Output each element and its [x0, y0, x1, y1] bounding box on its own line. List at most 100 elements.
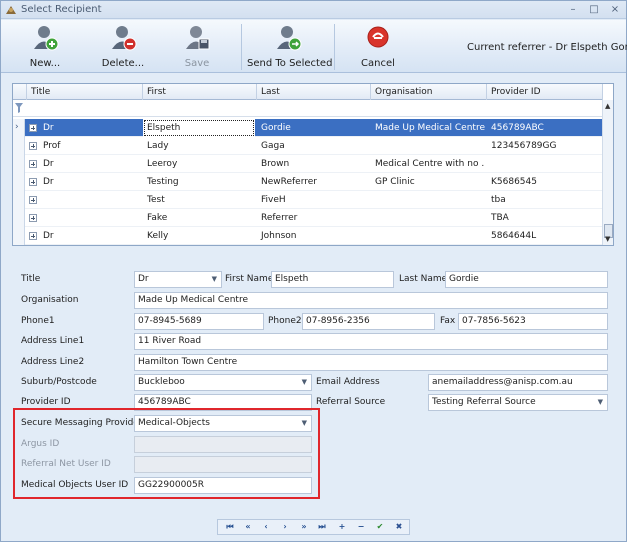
- cell-org[interactable]: [371, 209, 485, 227]
- cell-title[interactable]: Dr: [39, 155, 139, 173]
- cell-provider-id[interactable]: [487, 155, 601, 173]
- cell-org[interactable]: [371, 227, 485, 245]
- cell-first[interactable]: Elspeth: [143, 119, 255, 137]
- minimize-button[interactable]: –: [565, 3, 581, 17]
- cell-title[interactable]: [39, 209, 139, 227]
- table-row[interactable]: Test FiveH tba: [13, 191, 603, 209]
- table-row[interactable]: Dr Leeroy Brown Medical Centre with no ...: [13, 155, 603, 173]
- row-indicator[interactable]: [13, 227, 25, 245]
- append-record-button[interactable]: +: [332, 520, 352, 534]
- cell-org[interactable]: GP Clinic: [371, 173, 485, 191]
- send-to-selected-button[interactable]: Send To Selected: [247, 22, 332, 72]
- row-indicator[interactable]: [13, 137, 25, 155]
- phone2-field[interactable]: 07-8956-2356: [302, 313, 435, 330]
- cell-title[interactable]: Dr: [39, 227, 139, 245]
- address-line1-field[interactable]: 11 River Road: [134, 333, 608, 350]
- cell-last[interactable]: Gordie: [257, 119, 369, 137]
- next-record-button[interactable]: ›: [275, 520, 295, 534]
- cancel-edit-button[interactable]: ✖: [389, 520, 409, 534]
- cell-org[interactable]: Medical Centre with no ...: [371, 155, 485, 173]
- cell-title[interactable]: Prof: [39, 137, 139, 155]
- scroll-down-arrow-icon[interactable]: ▼: [605, 235, 610, 243]
- cell-title[interactable]: Dr: [39, 119, 139, 137]
- table-row[interactable]: › Dr Elspeth Gordie Made Up Medical Centre 45…: [13, 119, 603, 137]
- cell-title[interactable]: [39, 191, 139, 209]
- cell-provider-id[interactable]: K5686545: [487, 173, 601, 191]
- cell-last[interactable]: Referrer: [257, 209, 369, 227]
- cell-last[interactable]: FiveH: [257, 191, 369, 209]
- row-indicator[interactable]: [13, 173, 25, 191]
- maximize-button[interactable]: □: [586, 3, 602, 17]
- column-header-organisation[interactable]: Organisation: [371, 84, 487, 100]
- cell-title[interactable]: Dr: [39, 173, 139, 191]
- grid-scrollbar[interactable]: ▲ ▼: [602, 100, 613, 245]
- scroll-up-arrow-icon[interactable]: ▲: [605, 102, 610, 110]
- fax-field[interactable]: 07-7856-5623: [458, 313, 608, 330]
- row-indicator[interactable]: [13, 155, 25, 173]
- next-page-button[interactable]: »: [294, 520, 314, 534]
- cell-provider-id[interactable]: 123456789GG: [487, 137, 601, 155]
- row-indicator[interactable]: ›: [13, 119, 25, 137]
- first-name-field[interactable]: Elspeth: [271, 271, 394, 288]
- row-indicator[interactable]: [13, 191, 25, 209]
- cell-provider-id[interactable]: tba: [487, 191, 601, 209]
- recipients-grid[interactable]: Title First Last Organisation Provider I…: [12, 83, 614, 246]
- cell-last[interactable]: Johnson: [257, 227, 369, 245]
- title-combo[interactable]: Dr ▼: [134, 271, 222, 288]
- dropdown-arrow-icon[interactable]: ▼: [598, 395, 603, 410]
- new-button[interactable]: New...: [23, 22, 67, 72]
- cell-first[interactable]: Test: [143, 191, 255, 209]
- cell-provider-id[interactable]: TBA: [487, 209, 601, 227]
- filter-row[interactable]: [13, 100, 603, 117]
- expand-row-icon[interactable]: [29, 160, 37, 168]
- cancel-button[interactable]: Cancel: [355, 22, 401, 72]
- cell-org[interactable]: [371, 137, 485, 155]
- cell-provider-id[interactable]: 456789ABC: [487, 119, 601, 137]
- dropdown-arrow-icon[interactable]: ▼: [302, 375, 307, 390]
- cell-first[interactable]: Lady: [143, 137, 255, 155]
- referral-source-combo[interactable]: Testing Referral Source ▼: [428, 394, 608, 411]
- phone1-field[interactable]: 07-8945-5689: [134, 313, 264, 330]
- expand-row-icon[interactable]: [29, 232, 37, 240]
- previous-record-button[interactable]: ‹: [256, 520, 276, 534]
- last-record-button[interactable]: ⏭: [312, 520, 332, 534]
- expand-row-icon[interactable]: [29, 178, 37, 186]
- email-address-field[interactable]: anemailaddress@anisp.com.au: [428, 374, 608, 391]
- table-row[interactable]: Fake Referrer TBA: [13, 209, 603, 227]
- expand-row-icon[interactable]: [29, 214, 37, 222]
- suburb-postcode-combo[interactable]: Buckleboo ▼: [134, 374, 312, 391]
- table-row[interactable]: Prof Lady Gaga 123456789GG: [13, 137, 603, 155]
- delete-button[interactable]: Delete...: [99, 22, 147, 72]
- expand-row-icon[interactable]: [29, 196, 37, 204]
- column-header-first[interactable]: First: [143, 84, 257, 100]
- column-header-last[interactable]: Last: [257, 84, 371, 100]
- previous-page-button[interactable]: «: [238, 520, 258, 534]
- row-indicator[interactable]: [13, 209, 25, 227]
- address-line2-field[interactable]: Hamilton Town Centre: [134, 354, 608, 371]
- cell-last[interactable]: Gaga: [257, 137, 369, 155]
- cell-provider-id[interactable]: 5864644L: [487, 227, 601, 245]
- column-header-title[interactable]: Title: [27, 84, 143, 100]
- save-button[interactable]: Save: [177, 22, 217, 72]
- first-record-button[interactable]: ⏮: [220, 520, 240, 534]
- dropdown-arrow-icon[interactable]: ▼: [212, 272, 217, 287]
- table-row[interactable]: Dr Testing NewReferrer GP Clinic K5686545: [13, 173, 603, 191]
- cell-first[interactable]: Kelly: [143, 227, 255, 245]
- post-edit-button[interactable]: ✔: [370, 520, 390, 534]
- close-button[interactable]: ×: [607, 3, 623, 17]
- table-row[interactable]: Dr Kelly Johnson 5864644L: [13, 227, 603, 245]
- column-header-provider-id[interactable]: Provider ID: [487, 84, 603, 100]
- organisation-field[interactable]: Made Up Medical Centre: [134, 292, 608, 309]
- last-name-field[interactable]: Gordie: [445, 271, 608, 288]
- cell-last[interactable]: NewReferrer: [257, 173, 369, 191]
- filter-icon[interactable]: [15, 103, 23, 113]
- cell-org[interactable]: [371, 191, 485, 209]
- cell-org[interactable]: Made Up Medical Centre: [371, 119, 485, 137]
- cell-last[interactable]: Brown: [257, 155, 369, 173]
- cell-first[interactable]: Fake: [143, 209, 255, 227]
- cell-first[interactable]: Leeroy: [143, 155, 255, 173]
- delete-record-button[interactable]: −: [351, 520, 371, 534]
- cell-first[interactable]: Testing: [143, 173, 255, 191]
- expand-row-icon[interactable]: [29, 124, 37, 132]
- expand-row-icon[interactable]: [29, 142, 37, 150]
